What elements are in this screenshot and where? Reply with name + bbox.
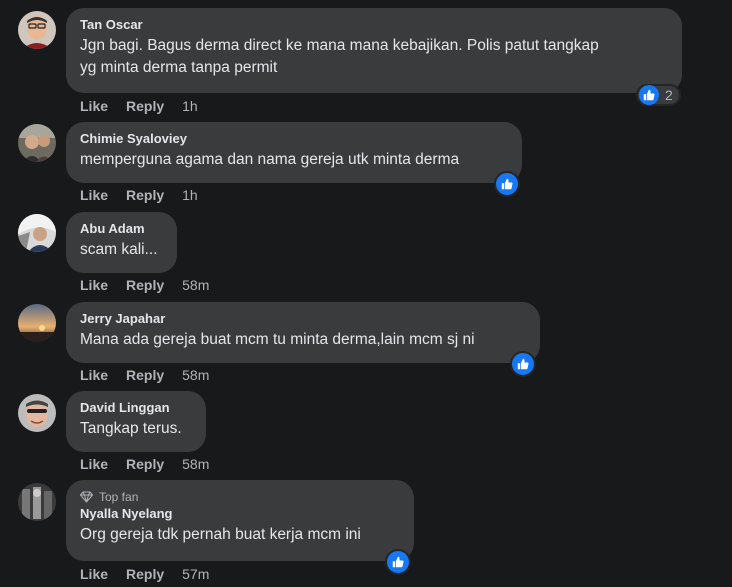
comment-actions: Like Reply 1h (80, 97, 198, 115)
comment-bubble: Chimie Syaloviey memperguna agama dan na… (66, 122, 522, 183)
comment-text: Org gereja tdk pernah buat kerja mcm ini (80, 526, 361, 543)
comment-bubble: Jerry Japahar Mana ada gereja buat mcm t… (66, 302, 540, 363)
comment-author[interactable]: Tan Oscar (80, 17, 668, 33)
reply-button[interactable]: Reply (126, 455, 164, 473)
thumbs-up-icon[interactable] (510, 351, 536, 377)
thumbs-up-icon (639, 85, 659, 105)
comment-text: Jgn bagi. Bagus derma direct ke mana man… (80, 37, 599, 76)
reply-button[interactable]: Reply (126, 186, 164, 204)
comment-bubble: David Linggan Tangkap terus. (66, 391, 206, 452)
comment-timestamp[interactable]: 58m (182, 366, 209, 384)
comment-actions: Like Reply 1h (80, 186, 198, 204)
comment-actions: Like Reply 57m (80, 565, 209, 583)
comment-bubble: Tan Oscar Jgn bagi. Bagus derma direct k… (66, 8, 682, 93)
avatar[interactable] (18, 483, 56, 521)
thumbs-up-icon[interactable] (494, 171, 520, 197)
reply-button[interactable]: Reply (126, 366, 164, 384)
like-button[interactable]: Like (80, 97, 108, 115)
like-button[interactable]: Like (80, 455, 108, 473)
avatar[interactable] (18, 124, 56, 162)
comment-timestamp[interactable]: 58m (182, 276, 209, 294)
comment-timestamp[interactable]: 1h (182, 97, 198, 115)
comment-actions: Like Reply 58m (80, 366, 209, 384)
comment-actions: Like Reply 58m (80, 276, 209, 294)
comment-bubble: Abu Adam scam kali... (66, 212, 177, 273)
thumbs-up-icon[interactable] (385, 549, 411, 575)
avatar[interactable] (18, 11, 56, 49)
like-button[interactable]: Like (80, 366, 108, 384)
comment-author[interactable]: Jerry Japahar (80, 311, 526, 327)
badge-label: Top fan (99, 490, 139, 504)
reply-button[interactable]: Reply (126, 97, 164, 115)
comment-author[interactable]: Chimie Syaloviey (80, 131, 508, 147)
comment-text: scam kali... (80, 241, 158, 258)
avatar[interactable] (18, 214, 56, 252)
comment-author[interactable]: Nyalla Nyelang (80, 506, 400, 522)
top-fan-badge: Top fan (80, 489, 400, 505)
comment-timestamp[interactable]: 57m (182, 565, 209, 583)
avatar[interactable] (18, 394, 56, 432)
reply-button[interactable]: Reply (126, 276, 164, 294)
comment-author[interactable]: David Linggan (80, 400, 192, 416)
comment-author[interactable]: Abu Adam (80, 221, 163, 237)
comment-bubble: Top fan Nyalla Nyelang Org gereja tdk pe… (66, 480, 414, 561)
avatar[interactable] (18, 304, 56, 342)
comment-text: Tangkap terus. (80, 420, 182, 437)
reaction-count: 2 (665, 87, 673, 103)
like-button[interactable]: Like (80, 565, 108, 583)
comment-thread: Tan Oscar Jgn bagi. Bagus derma direct k… (0, 0, 732, 587)
comment-timestamp[interactable]: 1h (182, 186, 198, 204)
comment-text: memperguna agama dan nama gereja utk min… (80, 151, 460, 168)
reply-button[interactable]: Reply (126, 565, 164, 583)
like-button[interactable]: Like (80, 186, 108, 204)
comment-actions: Like Reply 58m (80, 455, 209, 473)
like-button[interactable]: Like (80, 276, 108, 294)
reaction-summary[interactable]: 2 (636, 84, 681, 106)
comment-text: Mana ada gereja buat mcm tu minta derma,… (80, 331, 475, 348)
comment-timestamp[interactable]: 58m (182, 455, 209, 473)
diamond-icon (80, 491, 93, 503)
